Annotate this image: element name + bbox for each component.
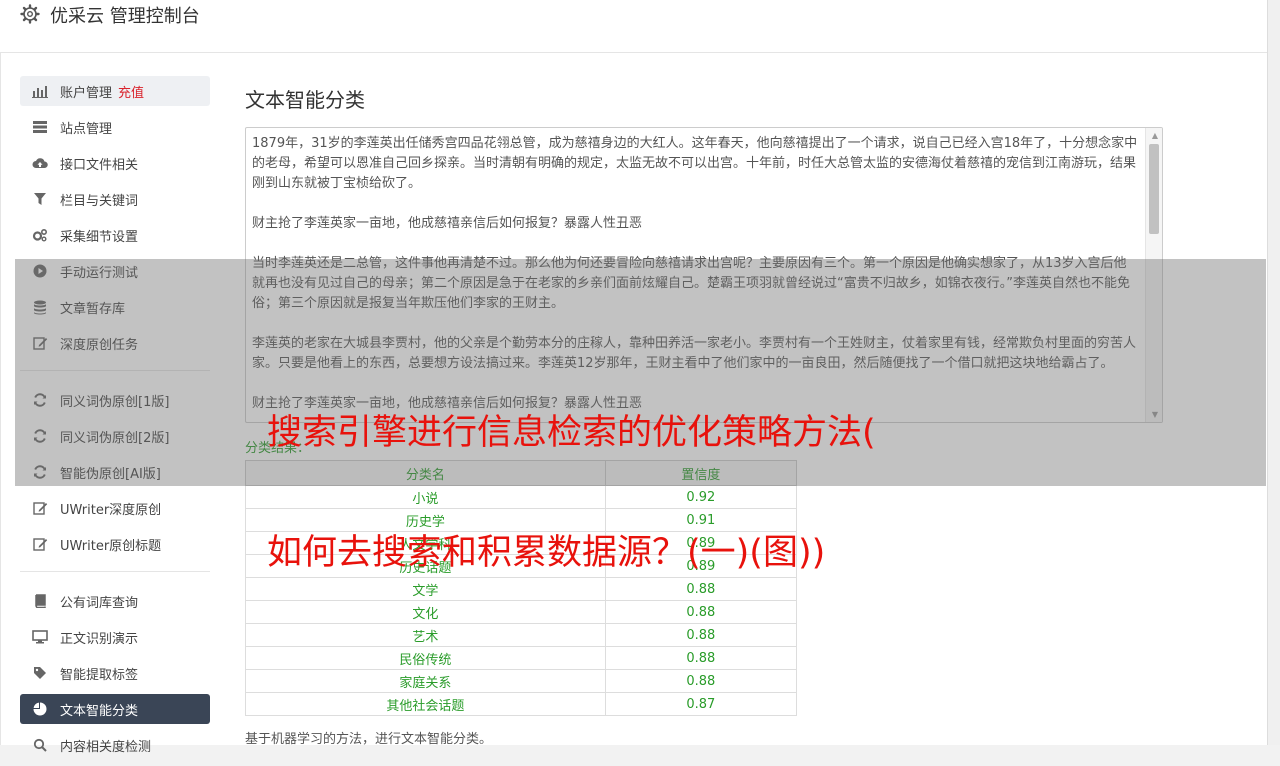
book-icon — [32, 593, 48, 609]
page-scrollbar[interactable] — [1267, 0, 1280, 745]
confidence-cell: 0.92 — [604, 485, 798, 509]
recharge-link[interactable]: 充值 — [118, 82, 144, 101]
sidebar-item-columns-keywords[interactable]: 栏目与关键词 — [20, 184, 210, 214]
sidebar-item-label: 公有词库查询 — [60, 595, 139, 611]
sidebar-item-label: 账户管理 — [60, 85, 113, 101]
sidebar-item-collect-settings[interactable]: 采集细节设置 — [20, 220, 210, 250]
table-row: 民俗传统 0.88 — [245, 646, 798, 670]
sidebar-item-label: 内容相关度检测 — [60, 739, 152, 755]
category-cell: 小说 — [245, 485, 606, 509]
confidence-cell: 0.88 — [604, 623, 798, 647]
sidebar-item-text-recognition[interactable]: 正文识别演示 — [20, 622, 210, 652]
monitor-icon — [32, 629, 48, 645]
confidence-cell: 0.88 — [604, 600, 798, 624]
top-bar: 优采云 管理控制台 — [0, 0, 1268, 53]
overlay-title-line1: 搜索引擎进行信息检索的优化策略方法( — [267, 413, 876, 453]
server-icon — [32, 119, 48, 135]
confidence-cell: 0.88 — [604, 577, 798, 601]
sidebar-item-label: 正文识别演示 — [60, 631, 139, 647]
filter-icon — [32, 191, 48, 207]
sidebar-item-label: 文本智能分类 — [60, 703, 139, 719]
sidebar-item-relevance-check[interactable]: 内容相关度检测 — [20, 730, 210, 760]
category-cell: 民俗传统 — [245, 646, 606, 670]
table-row: 文学 0.88 — [245, 577, 798, 601]
category-cell: 家庭关系 — [245, 669, 606, 693]
scroll-thumb[interactable] — [1149, 144, 1159, 234]
sidebar-item-uwriter-deep[interactable]: UWriter深度原创 — [20, 493, 210, 523]
sidebar-item-uwriter-title[interactable]: UWriter原创标题 — [20, 529, 210, 559]
category-cell: 其他社会话题 — [245, 692, 606, 716]
sidebar-item-label: 采集细节设置 — [60, 229, 139, 245]
category-cell: 文化 — [245, 600, 606, 624]
sidebar-item-text-classification[interactable]: 文本智能分类 — [20, 694, 210, 724]
edit-icon — [32, 500, 48, 516]
tag-icon — [32, 665, 48, 681]
overlay-title-line2: 如何去搜索和积累数据源？(一)(图)) — [267, 533, 826, 573]
confidence-cell: 0.88 — [604, 646, 798, 670]
edit-icon — [32, 536, 48, 552]
gears-icon — [32, 227, 48, 243]
sidebar-item-label: UWriter原创标题 — [60, 538, 162, 554]
table-row: 文化 0.88 — [245, 600, 798, 624]
pie-chart-icon — [32, 701, 48, 717]
search-icon — [32, 737, 48, 753]
sidebar-item-interface-files[interactable]: 接口文件相关 — [20, 148, 210, 178]
confidence-cell: 0.88 — [604, 669, 798, 693]
sidebar-item-label: 栏目与关键词 — [60, 193, 139, 209]
table-row: 艺术 0.88 — [245, 623, 798, 647]
sidebar-item-sites[interactable]: 站点管理 — [20, 112, 210, 142]
confidence-cell: 0.87 — [604, 692, 798, 716]
sidebar-item-public-lexicon[interactable]: 公有词库查询 — [20, 586, 210, 616]
cloud-upload-icon — [32, 155, 48, 171]
sidebar-item-label: 站点管理 — [60, 121, 113, 137]
method-description: 基于机器学习的方法，进行文本智能分类。 — [245, 732, 493, 747]
scroll-up-arrow-icon[interactable]: ▲ — [1152, 131, 1158, 140]
classification-table: 分类名 置信度 小说 0.92 历史学 0.91 人文学科 0.89 历史话题 0.89… — [245, 460, 798, 716]
category-cell: 文学 — [245, 577, 606, 601]
table-row: 家庭关系 0.88 — [245, 669, 798, 693]
table-row: 小说 0.92 — [245, 485, 798, 509]
category-cell: 艺术 — [245, 623, 606, 647]
app-title: 优采云 管理控制台 — [50, 6, 200, 27]
sidebar-divider — [20, 571, 210, 572]
sidebar-item-account[interactable]: 账户管理 充值 — [20, 76, 210, 106]
sidebar-item-label: 接口文件相关 — [60, 157, 139, 173]
gear-icon — [20, 4, 40, 24]
table-row: 其他社会话题 0.87 — [245, 692, 798, 716]
bar-chart-icon — [32, 83, 48, 99]
page-title: 文本智能分类 — [245, 88, 365, 112]
sidebar-item-label: 智能提取标签 — [60, 667, 139, 683]
sidebar-item-tag-extraction[interactable]: 智能提取标签 — [20, 658, 210, 688]
sidebar-item-label: UWriter深度原创 — [60, 502, 162, 518]
